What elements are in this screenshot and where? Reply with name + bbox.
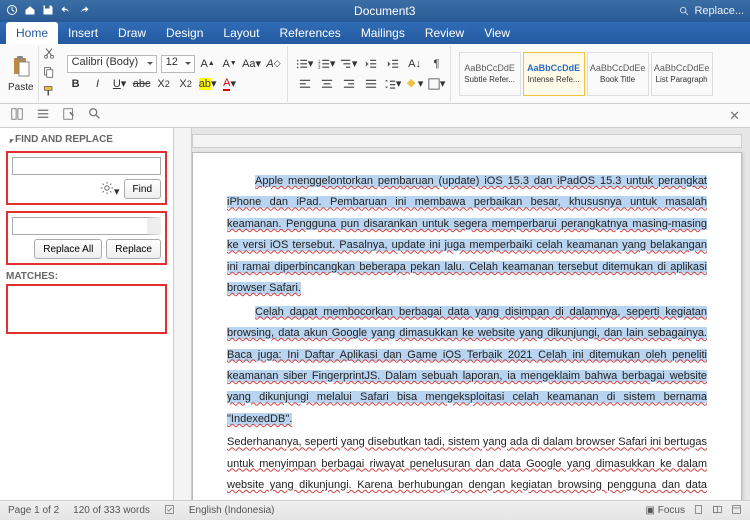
read-mode-icon[interactable] (712, 504, 723, 518)
find-options-icon[interactable]: ▾ (100, 181, 120, 198)
replace-all-button[interactable]: Replace All (34, 239, 102, 259)
autosave-icon[interactable] (6, 4, 18, 19)
inc-indent-icon[interactable] (384, 55, 402, 73)
style-list-paragraph[interactable]: AaBbCcDdEeList Paragraph (651, 52, 713, 96)
style-subtle-refer-[interactable]: AaBbCcDdESubtle Refer... (459, 52, 521, 96)
document-title: Document3 (90, 4, 679, 18)
borders-icon[interactable]: ▾ (428, 75, 446, 93)
save-icon[interactable] (42, 4, 54, 19)
highlight-button[interactable]: ab▾ (199, 75, 217, 93)
superscript-button[interactable]: X2 (177, 75, 195, 93)
find-button[interactable]: Find (124, 179, 161, 199)
print-layout-icon[interactable] (693, 504, 704, 518)
tab-review[interactable]: Review (415, 22, 474, 44)
font-size-select[interactable]: 12 (161, 55, 195, 73)
format-painter-icon[interactable] (43, 85, 55, 100)
spellcheck-icon[interactable] (164, 504, 175, 518)
replace-button[interactable]: Replace (106, 239, 161, 259)
page-indicator[interactable]: Page 1 of 2 (8, 505, 59, 516)
align-justify-icon[interactable] (362, 75, 380, 93)
sort-icon[interactable]: A↓ (406, 55, 424, 73)
cut-icon[interactable] (43, 47, 55, 62)
language-indicator[interactable]: English (Indonesia) (189, 505, 275, 516)
italic-button[interactable]: I (89, 75, 107, 93)
close-pane-icon[interactable]: ✕ (729, 108, 740, 124)
clear-format-icon[interactable]: A◇ (265, 55, 283, 73)
change-case-icon[interactable]: Aa▾ (243, 55, 261, 73)
style-intense-refe-[interactable]: AaBbCcDdEIntense Refe... (523, 52, 585, 96)
home-icon[interactable] (24, 4, 36, 19)
align-center-icon[interactable] (318, 75, 336, 93)
find-replace-pane: FIND AND REPLACE ▾ Find Replace All Repl… (0, 128, 174, 500)
document-page[interactable]: Apple menggelontorkan pembaruan (update)… (192, 152, 742, 500)
redo-icon[interactable] (78, 4, 90, 19)
undo-icon[interactable] (60, 4, 72, 19)
shrink-font-icon[interactable]: A▼ (221, 55, 239, 73)
review-icon[interactable] (62, 107, 76, 124)
bullets-icon[interactable]: ▾ (296, 55, 314, 73)
horizontal-ruler[interactable] (192, 134, 742, 148)
paste-label: Paste (8, 82, 34, 93)
multilevel-icon[interactable]: ▾ (340, 55, 358, 73)
tab-home[interactable]: Home (6, 22, 58, 44)
tab-mailings[interactable]: Mailings (351, 22, 415, 44)
search-box[interactable]: Replace... (679, 5, 744, 17)
align-right-icon[interactable] (340, 75, 358, 93)
paste-icon[interactable] (10, 54, 32, 80)
font-name-select[interactable]: Calibri (Body) (67, 55, 157, 73)
find-input[interactable] (12, 157, 161, 175)
tab-layout[interactable]: Layout (213, 22, 269, 44)
tab-references[interactable]: References (269, 22, 350, 44)
matches-label: MATCHES: (6, 271, 167, 282)
word-count[interactable]: 120 of 333 words (73, 505, 150, 516)
style-book-title[interactable]: AaBbCcDdEeBook Title (587, 52, 649, 96)
find-replace-title: FIND AND REPLACE (6, 134, 167, 145)
underline-button[interactable]: U▾ (111, 75, 129, 93)
matches-list (6, 284, 167, 334)
subscript-button[interactable]: X2 (155, 75, 173, 93)
focus-mode[interactable]: ▣ Focus (646, 505, 685, 516)
svg-text:3: 3 (318, 65, 321, 70)
dec-indent-icon[interactable] (362, 55, 380, 73)
numbering-icon[interactable]: 123▾ (318, 55, 336, 73)
tab-draw[interactable]: Draw (108, 22, 156, 44)
headings-icon[interactable] (36, 107, 50, 124)
web-layout-icon[interactable] (731, 504, 742, 518)
strike-button[interactable]: abc (133, 75, 151, 93)
tab-insert[interactable]: Insert (58, 22, 108, 44)
align-left-icon[interactable] (296, 75, 314, 93)
pilcrow-icon[interactable]: ¶ (428, 55, 446, 73)
line-spacing-icon[interactable]: ▾ (384, 75, 402, 93)
copy-icon[interactable] (43, 66, 55, 81)
font-color-button[interactable]: A▾ (221, 75, 239, 93)
vertical-ruler[interactable] (174, 128, 192, 500)
tab-design[interactable]: Design (156, 22, 213, 44)
bold-button[interactable]: B (67, 75, 85, 93)
shading-icon[interactable]: ▾ (406, 75, 424, 93)
replace-input[interactable] (12, 217, 161, 235)
search-nav-icon[interactable] (88, 107, 102, 124)
grow-font-icon[interactable]: A▲ (199, 55, 217, 73)
tab-view[interactable]: View (474, 22, 520, 44)
thumbnails-icon[interactable] (10, 107, 24, 124)
